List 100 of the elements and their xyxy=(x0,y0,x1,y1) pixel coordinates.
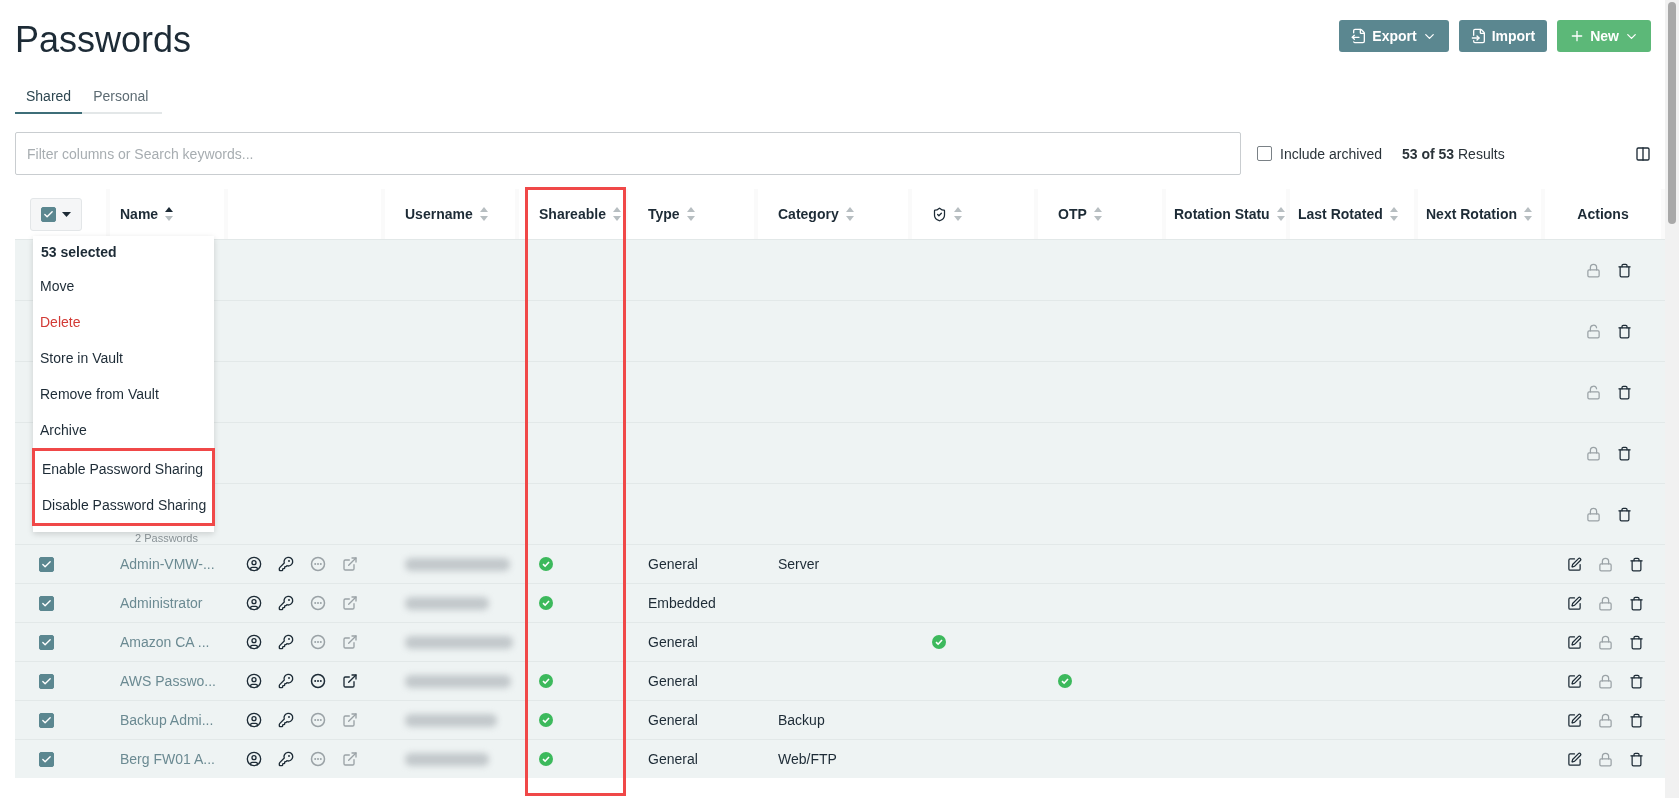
lock-icon[interactable] xyxy=(1597,556,1613,572)
user-icon[interactable] xyxy=(246,634,262,650)
lock-icon[interactable] xyxy=(1586,506,1601,522)
edit-icon[interactable] xyxy=(1566,634,1582,650)
scrollbar-thumb[interactable] xyxy=(1668,2,1676,224)
lock-icon[interactable] xyxy=(1586,262,1601,278)
column-header[interactable]: OTP xyxy=(1058,206,1087,222)
tab[interactable]: Personal xyxy=(82,82,160,114)
delete-icon[interactable] xyxy=(1617,506,1632,522)
edit-icon[interactable] xyxy=(1566,673,1582,689)
import-icon xyxy=(1470,28,1487,44)
table-cell: Backup xyxy=(778,712,825,728)
checkbox[interactable] xyxy=(39,751,54,767)
scrollbar[interactable] xyxy=(1665,0,1679,798)
checkbox[interactable] xyxy=(39,673,54,689)
select-all-dropdown[interactable] xyxy=(30,197,82,231)
page-title: Passwords xyxy=(15,18,192,62)
external-link-icon[interactable] xyxy=(342,673,358,689)
otp-icon[interactable] xyxy=(310,673,326,689)
import-button[interactable]: Import xyxy=(1458,20,1548,52)
table-cell: General xyxy=(648,751,698,767)
column-header[interactable]: Type xyxy=(648,206,680,222)
delete-icon[interactable] xyxy=(1628,556,1644,572)
menu-item[interactable]: Archive xyxy=(33,412,214,448)
menu-item[interactable]: Store in Vault xyxy=(33,340,214,376)
table-cell: General xyxy=(648,634,698,650)
checkbox[interactable] xyxy=(39,595,54,611)
lock-icon[interactable] xyxy=(1597,673,1613,689)
group-subtitle: 2 Passwords xyxy=(135,532,198,544)
key-icon[interactable] xyxy=(278,673,294,689)
table-cell: General xyxy=(648,556,698,572)
delete-icon[interactable] xyxy=(1617,445,1632,461)
column-header[interactable]: Category xyxy=(778,206,839,222)
menu-item[interactable]: Move xyxy=(33,268,214,304)
lock-icon[interactable] xyxy=(1597,712,1613,728)
shield-check-icon xyxy=(932,206,947,222)
checkbox[interactable] xyxy=(39,634,54,650)
lock-icon[interactable] xyxy=(1597,634,1613,650)
lock-icon[interactable] xyxy=(1597,595,1613,611)
user-icon[interactable] xyxy=(246,595,262,611)
check-icon xyxy=(43,208,54,220)
export-button[interactable]: Export xyxy=(1339,20,1449,52)
edit-icon[interactable] xyxy=(1566,556,1582,572)
table-cell: Embedded xyxy=(648,595,716,611)
search-field[interactable]: Filter columns or Search keywords... xyxy=(15,132,1241,175)
delete-icon[interactable] xyxy=(1628,673,1644,689)
lock-icon[interactable] xyxy=(1586,445,1601,461)
key-icon[interactable] xyxy=(278,634,294,650)
menu-item[interactable]: Disable Password Sharing xyxy=(35,487,212,523)
column-header[interactable]: Last Rotated xyxy=(1298,206,1383,222)
user-icon[interactable] xyxy=(246,673,262,689)
edit-icon[interactable] xyxy=(1566,751,1582,767)
table-cell: General xyxy=(648,673,698,689)
tab[interactable]: Shared xyxy=(15,82,83,114)
check-icon xyxy=(41,753,52,765)
key-icon[interactable] xyxy=(278,595,294,611)
caret-icon xyxy=(62,211,71,217)
export-icon xyxy=(1351,28,1368,44)
menu-item[interactable]: Enable Password Sharing xyxy=(35,451,212,487)
check-icon xyxy=(41,675,52,687)
delete-icon[interactable] xyxy=(1628,634,1644,650)
delete-icon[interactable] xyxy=(1628,751,1644,767)
unlocked-lock-icon[interactable] xyxy=(1586,384,1601,400)
checkbox[interactable] xyxy=(41,206,56,222)
column-header: Actions xyxy=(1577,206,1629,222)
column-header[interactable]: Shareable xyxy=(539,206,606,222)
delete-icon[interactable] xyxy=(1628,712,1644,728)
checkbox[interactable] xyxy=(1257,146,1272,161)
lock-icon[interactable] xyxy=(1597,751,1613,767)
delete-icon[interactable] xyxy=(1617,323,1632,339)
checkbox[interactable] xyxy=(39,556,54,572)
user-icon[interactable] xyxy=(246,751,262,767)
key-icon[interactable] xyxy=(278,712,294,728)
menu-item[interactable]: Delete xyxy=(33,304,214,340)
key-icon[interactable] xyxy=(278,751,294,767)
column-header[interactable]: Rotation Statu xyxy=(1174,206,1270,222)
user-icon[interactable] xyxy=(246,712,262,728)
columns-icon[interactable] xyxy=(1635,145,1651,162)
delete-icon[interactable] xyxy=(1617,384,1632,400)
checkbox[interactable] xyxy=(39,712,54,728)
menu-item[interactable]: Remove from Vault xyxy=(33,376,214,412)
delete-icon[interactable] xyxy=(1628,595,1644,611)
edit-icon[interactable] xyxy=(1566,595,1582,611)
column-header[interactable]: Next Rotation xyxy=(1426,206,1517,222)
delete-icon[interactable] xyxy=(1617,262,1632,278)
edit-icon[interactable] xyxy=(1566,712,1582,728)
user-icon[interactable] xyxy=(246,556,262,572)
column-header[interactable]: Name xyxy=(120,206,159,222)
check-icon xyxy=(41,636,52,648)
key-icon[interactable] xyxy=(278,556,294,572)
table-cell: Server xyxy=(778,556,820,572)
selection-count: 53 selected xyxy=(40,243,118,262)
column-header[interactable]: Username xyxy=(405,206,473,222)
checkbox-label[interactable]: Include archived xyxy=(1280,145,1382,162)
sort-icon[interactable] xyxy=(164,205,175,223)
table-cell: Web/FTP xyxy=(778,751,837,767)
check-icon xyxy=(41,714,52,726)
unlocked-lock-icon[interactable] xyxy=(1586,323,1601,339)
table-cell: General xyxy=(648,712,698,728)
check-icon xyxy=(41,597,52,609)
